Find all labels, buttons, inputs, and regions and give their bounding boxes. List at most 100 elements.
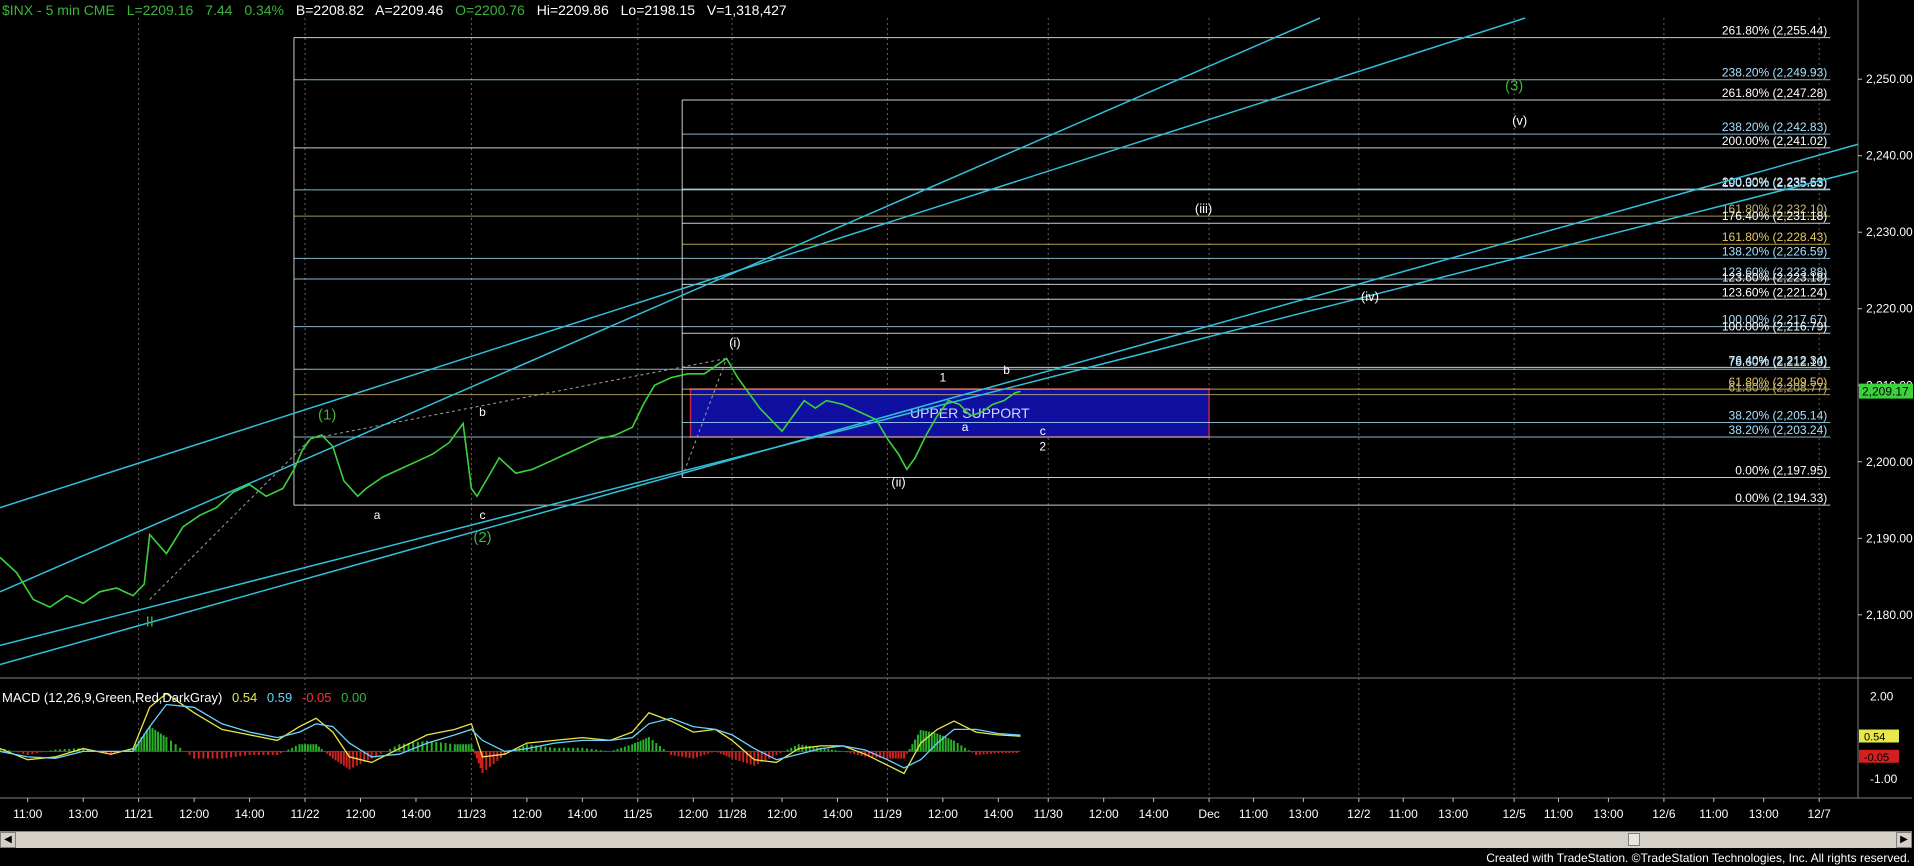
- x-tick-label: 11/29: [873, 807, 902, 821]
- scroll-right-button[interactable]: ▶: [1896, 832, 1912, 848]
- open-price: O=2200.76: [455, 2, 525, 18]
- high-price: Hi=2209.86: [536, 2, 609, 18]
- x-tick-label: 11/30: [1034, 807, 1063, 821]
- x-tick-label: 12/5: [1502, 807, 1526, 821]
- fib-level-label: 61.80% (2,208.77): [1729, 381, 1828, 395]
- x-tick-label: 13:00: [1749, 807, 1779, 821]
- wave-guide-line: [310, 357, 727, 440]
- x-tick-label: 11:00: [1544, 807, 1573, 821]
- wave-label: b: [479, 405, 486, 419]
- macd-tick-label: -1.00: [1870, 772, 1898, 786]
- wave-label: (v): [1512, 113, 1527, 128]
- x-tick-label: 11/21: [124, 807, 153, 821]
- x-tick-label: 12/7: [1807, 807, 1831, 821]
- fib-level-label: 238.20% (2,242.83): [1722, 120, 1827, 134]
- x-tick-label: 11/25: [623, 807, 652, 821]
- bid-price: B=2208.82: [295, 2, 365, 18]
- trend-channel-line: [0, 170, 1859, 647]
- wave-label: (iv): [1361, 289, 1379, 304]
- wave-guide-line: [149, 438, 311, 600]
- wave-label: b: [1003, 363, 1010, 377]
- x-tick-label: Dec: [1198, 807, 1219, 821]
- trend-channel-line: [0, 143, 1859, 666]
- horizontal-scrollbar[interactable]: ◀ ▶: [0, 831, 1912, 848]
- macd-label: MACD (12,26,9,Green,Red,DarkGray): [2, 690, 223, 705]
- y-tick-label: 2,180.00: [1866, 608, 1913, 622]
- x-tick-label: 11/22: [290, 807, 319, 821]
- x-tick-label: 14:00: [567, 807, 597, 821]
- scroll-thumb[interactable]: [1628, 833, 1640, 846]
- x-tick-label: 13:00: [1438, 807, 1468, 821]
- x-tick-label: 12:00: [767, 807, 797, 821]
- x-tick-label: 14:00: [1139, 807, 1169, 821]
- x-tick-label: 12:00: [678, 807, 708, 821]
- x-tick-label: 11/28: [718, 807, 747, 821]
- low-price: Lo=2198.15: [620, 2, 695, 18]
- wave-label: a: [374, 508, 381, 522]
- y-tick-label: 2,240.00: [1866, 149, 1913, 163]
- x-tick-label: 14:00: [401, 807, 431, 821]
- macd-last-label: -0.05: [1864, 752, 1889, 764]
- wave-label: (3): [1505, 78, 1523, 95]
- x-tick-label: 11:00: [1699, 807, 1728, 821]
- macd-header: MACD (12,26,9,Green,Red,DarkGray) 0.54 0…: [2, 690, 372, 705]
- net-change: 7.44: [205, 2, 233, 18]
- x-tick-label: 11:00: [1389, 807, 1418, 821]
- wave-label: 1: [940, 370, 947, 384]
- y-tick-label: 2,220.00: [1866, 302, 1913, 316]
- last-price: L=2209.16: [126, 2, 194, 18]
- wave-label: (iii): [1195, 201, 1212, 216]
- symbol-label: $INX - 5 min CME: [2, 2, 115, 18]
- x-tick-label: 12/2: [1347, 807, 1371, 821]
- chart-canvas: UPPER SUPPORT261.80% (2,255.44)238.20% (…: [0, 0, 1913, 821]
- wave-label: (2): [473, 529, 491, 546]
- x-tick-label: 12/6: [1652, 807, 1676, 821]
- wave-label: (i): [729, 335, 741, 350]
- x-tick-label: 14:00: [822, 807, 852, 821]
- fib-level-label: 261.80% (2,247.28): [1722, 86, 1827, 100]
- fib-level-label: 261.80% (2,255.44): [1722, 24, 1827, 38]
- fib-level-label: 138.20% (2,226.59): [1722, 244, 1827, 258]
- last-price-label: 2,209.17: [1862, 385, 1909, 399]
- y-tick-label: 2,250.00: [1866, 72, 1913, 86]
- scroll-left-button[interactable]: ◀: [0, 832, 16, 848]
- x-tick-label: 12:00: [512, 807, 542, 821]
- macd-value: 0.54: [231, 690, 258, 705]
- fib-level-label: 123.60% (2,221.24): [1722, 285, 1827, 299]
- fib-level-label: 0.00% (2,194.33): [1735, 491, 1827, 505]
- fib-level-label: 200.00% (2,241.02): [1722, 134, 1827, 148]
- fib-level-label: 0.00% (2,197.95): [1735, 463, 1827, 477]
- wave-label: a: [962, 420, 969, 434]
- macd-zero-value: 0.00: [341, 690, 367, 705]
- y-tick-label: 2,200.00: [1866, 455, 1913, 469]
- wave-label: c: [1040, 424, 1046, 438]
- x-tick-label: 12:00: [345, 807, 375, 821]
- wave-label: (1): [318, 407, 336, 424]
- x-tick-label: 14:00: [235, 807, 265, 821]
- macd-diff-value: -0.05: [301, 690, 332, 705]
- y-tick-label: 2,230.00: [1866, 225, 1913, 239]
- x-tick-label: 12:00: [1089, 807, 1119, 821]
- fib-level-label: 176.40% (2,231.18): [1722, 209, 1827, 223]
- macd-last-label: 0.54: [1864, 732, 1885, 744]
- wave-label: c: [480, 508, 486, 522]
- x-tick-label: 12:00: [179, 807, 209, 821]
- x-tick-label: 14:00: [983, 807, 1013, 821]
- trend-channel-line: [0, 17, 1321, 593]
- fib-level-label: 78.60% (2,212.10): [1729, 355, 1828, 369]
- fib-level-label: 161.80% (2,228.43): [1722, 230, 1827, 244]
- x-tick-label: 11:00: [13, 807, 42, 821]
- wave-label: 2: [1039, 439, 1046, 453]
- fib-level-label: 238.20% (2,249.93): [1722, 66, 1827, 80]
- volume: V=1,318,427: [706, 2, 787, 18]
- fib-level-label: 38.20% (2,203.24): [1729, 423, 1828, 437]
- x-tick-label: 13:00: [68, 807, 98, 821]
- x-tick-label: 11:00: [1239, 807, 1268, 821]
- fib-level-label: 38.20% (2,205.14): [1729, 408, 1828, 422]
- wave-label: (ii): [891, 474, 905, 489]
- fib-level-label: 100.00% (2,216.79): [1722, 319, 1827, 333]
- macd-signal-value: 0.59: [266, 690, 293, 705]
- wave-label: II: [146, 613, 154, 630]
- x-tick-label: 13:00: [1593, 807, 1623, 821]
- y-tick-label: 2,190.00: [1866, 531, 1913, 545]
